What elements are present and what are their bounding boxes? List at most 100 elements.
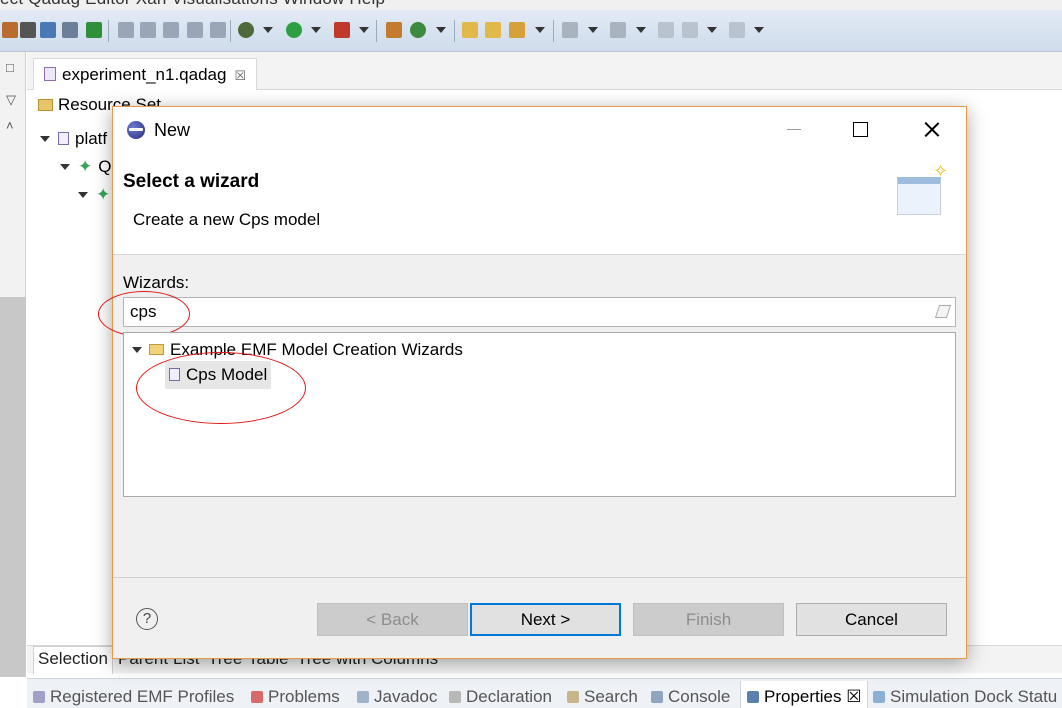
toolbar-icon[interactable] — [62, 22, 78, 38]
back-arrow-icon[interactable] — [682, 22, 698, 38]
chevron-down-icon[interactable] — [40, 136, 50, 142]
toolbar-icon[interactable] — [86, 22, 102, 38]
toolbar-icon[interactable] — [20, 22, 36, 38]
tree-category[interactable]: Example EMF Model Creation Wizards — [132, 340, 463, 360]
element-icon: ✦ — [78, 157, 93, 176]
dropdown-arrow-icon[interactable] — [263, 27, 273, 33]
maximize-icon[interactable] — [834, 107, 886, 153]
editor-tab-label: experiment_n1.qadag — [62, 65, 227, 84]
toolbar-icon[interactable] — [40, 22, 56, 38]
editor-tab[interactable]: experiment_n1.qadag ☒ — [33, 58, 258, 90]
tree-node[interactable]: platf — [40, 129, 107, 149]
tree-item-cps-model[interactable]: Cps Model — [165, 361, 272, 389]
dropdown-arrow-icon[interactable] — [359, 27, 369, 33]
new-icon[interactable] — [386, 22, 402, 38]
tree-node[interactable]: ✦ — [78, 185, 116, 205]
forward-arrow-icon[interactable] — [729, 22, 745, 38]
dropdown-arrow-icon[interactable] — [535, 27, 545, 33]
tab-selection[interactable]: Selection — [33, 646, 113, 674]
refresh-icon[interactable] — [410, 22, 426, 38]
toolbar-icon[interactable] — [163, 22, 179, 38]
toolbar-icon[interactable] — [118, 22, 134, 38]
tab-javadoc[interactable]: Javadoc — [357, 687, 437, 707]
external-tools-icon[interactable] — [334, 22, 350, 38]
tab-simulation-dock-status[interactable]: Simulation Dock Statu — [873, 687, 1057, 707]
folder-icon — [38, 99, 53, 111]
views-tab-bar: Registered EMF Profiles Problems Javadoc… — [27, 678, 1062, 708]
tree-node-label: Q — [98, 157, 112, 176]
menu-bar-text[interactable]: ect Qadag Editor Xan Visualisations Wind… — [0, 0, 385, 9]
next-button[interactable]: Next > — [470, 603, 621, 636]
wizard-filter-input[interactable] — [124, 298, 924, 326]
main-toolbar — [0, 10, 1062, 52]
tab-properties[interactable]: Properties ☒ — [740, 681, 869, 708]
menu-bar[interactable]: ect Qadag Editor Xan Visualisations Wind… — [0, 0, 1062, 10]
properties-icon — [747, 691, 759, 703]
wizard-filter-field[interactable] — [123, 297, 956, 327]
toolbar-separator — [230, 20, 231, 42]
qadag-file-icon — [44, 67, 56, 81]
open-folder-icon[interactable] — [462, 22, 478, 38]
view-menu-icon[interactable]: ▽ — [6, 92, 16, 108]
run-icon[interactable] — [286, 22, 302, 38]
pen-icon[interactable] — [509, 22, 525, 38]
declaration-icon — [449, 691, 461, 703]
annotation-icon[interactable] — [610, 22, 626, 38]
toolbar-icon[interactable] — [140, 22, 156, 38]
toolbar-icon[interactable] — [187, 22, 203, 38]
tab-console[interactable]: Console — [651, 687, 730, 707]
at-icon — [357, 691, 369, 703]
toolbar-icon[interactable] — [210, 22, 226, 38]
toolbar-separator — [108, 20, 109, 42]
tab-declaration[interactable]: Declaration — [449, 687, 552, 707]
toolbar-separator — [454, 20, 455, 42]
tab-label: Search — [584, 687, 638, 706]
left-trim-bar: □ ▽ ˄ — [0, 52, 26, 677]
eraser-icon[interactable] — [934, 305, 952, 318]
tab-problems[interactable]: Problems — [251, 687, 340, 707]
dropdown-arrow-icon[interactable] — [636, 27, 646, 33]
chevron-up-icon[interactable]: ˄ — [6, 118, 14, 133]
wizards-label: Wizards: — [123, 273, 190, 292]
dropdown-arrow-icon[interactable] — [754, 27, 764, 33]
cancel-button[interactable]: Cancel — [796, 603, 947, 636]
sparkle-icon: ✧ — [933, 161, 949, 181]
tree-category-label: Example EMF Model Creation Wizards — [170, 340, 463, 359]
minimize-icon[interactable] — [768, 107, 820, 153]
tree-node[interactable]: ✦ Q — [60, 157, 111, 177]
close-icon[interactable] — [906, 107, 958, 153]
toolbar-icon[interactable] — [2, 22, 18, 38]
chevron-down-icon[interactable] — [132, 347, 142, 353]
tab-label: Javadoc — [374, 687, 438, 706]
annotation-icon[interactable] — [562, 22, 578, 38]
restore-icon[interactable]: □ — [6, 60, 14, 75]
help-icon[interactable]: ? — [136, 608, 158, 630]
dropdown-arrow-icon[interactable] — [436, 27, 446, 33]
debug-icon[interactable] — [238, 22, 254, 38]
dropdown-arrow-icon[interactable] — [707, 27, 717, 33]
back-arrow-icon[interactable] — [658, 22, 674, 38]
wizard-banner-icon: ✧ — [893, 161, 965, 221]
open-folder-icon[interactable] — [485, 22, 501, 38]
toolbar-separator — [376, 20, 377, 42]
editor-tab-bar: experiment_n1.qadag ☒ — [27, 52, 1062, 90]
wizard-page-title: Select a wizard — [123, 171, 260, 192]
console-icon — [651, 691, 663, 703]
dialog-title-bar[interactable]: New — [113, 107, 966, 153]
close-icon[interactable]: ☒ — [234, 68, 246, 83]
chevron-down-icon[interactable] — [60, 164, 70, 170]
tree-node-label: platf — [75, 129, 108, 148]
wizard-tree[interactable]: Example EMF Model Creation Wizards Cps M… — [123, 332, 956, 497]
profile-icon — [33, 691, 45, 703]
chevron-down-icon[interactable] — [78, 192, 88, 198]
back-button[interactable]: < Back — [317, 603, 468, 636]
simulation-icon — [873, 691, 885, 703]
tab-label: Registered EMF Profiles — [50, 687, 235, 706]
toolbar-separator — [553, 20, 554, 42]
tab-registered-emf-profiles[interactable]: Registered EMF Profiles — [33, 687, 234, 707]
dialog-title: New — [154, 120, 191, 140]
dropdown-arrow-icon[interactable] — [588, 27, 598, 33]
dropdown-arrow-icon[interactable] — [311, 27, 321, 33]
finish-button[interactable]: Finish — [633, 603, 784, 636]
tab-search[interactable]: Search — [567, 687, 638, 707]
